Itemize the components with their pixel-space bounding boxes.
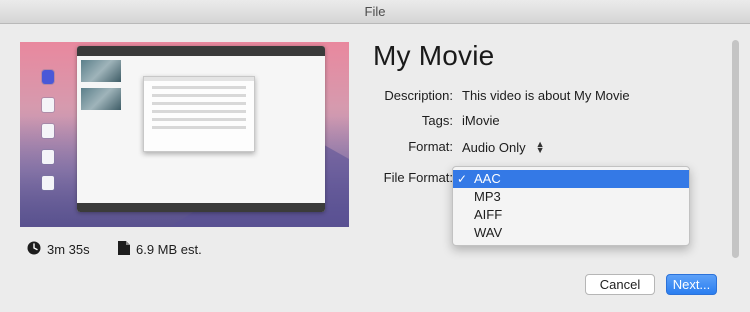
menu-item-label: AIFF: [474, 207, 503, 222]
movie-thumbnail: [20, 42, 349, 227]
thumbnail-desktop-icon: [42, 124, 54, 138]
menu-item-aac[interactable]: ✓ AAC: [453, 170, 689, 188]
thumbnail-video-item: [81, 88, 121, 110]
format-select-value: Audio Only: [462, 139, 526, 155]
size-info: 6.9 MB est.: [118, 241, 202, 258]
thumbnail-desktop-icon: [42, 98, 54, 112]
thumbnail-app-toolbar: [77, 46, 325, 56]
format-select[interactable]: Audio Only ▲ ▼: [462, 138, 545, 156]
next-button[interactable]: Next...: [666, 274, 717, 295]
thumbnail-video-item: [81, 60, 121, 82]
thumbnail-video-list: [81, 60, 135, 205]
tags-value[interactable]: iMovie: [462, 113, 500, 128]
cancel-button[interactable]: Cancel: [585, 274, 655, 295]
checkmark-icon: ✓: [457, 172, 468, 186]
menu-item-label: WAV: [474, 225, 503, 240]
format-label: Format:: [408, 139, 453, 154]
thumbnail-desktop-icon: [42, 150, 54, 164]
vertical-scrollbar[interactable]: [732, 40, 739, 258]
duration-text: 3m 35s: [47, 242, 90, 257]
menu-item-label: AAC: [474, 171, 501, 186]
menu-item-mp3[interactable]: MP3: [453, 188, 689, 206]
document-icon: [118, 241, 130, 258]
window-titlebar: File: [0, 0, 750, 24]
size-text: 6.9 MB est.: [136, 242, 202, 257]
menu-item-aiff[interactable]: AIFF: [453, 206, 689, 224]
thumbnail-app-bottom-bar: [77, 203, 325, 212]
file-format-label: File Format:: [383, 170, 453, 185]
duration-info: 3m 35s: [27, 241, 90, 258]
description-value[interactable]: This video is about My Movie: [462, 88, 630, 103]
thumbnail-desktop-icon: [42, 176, 54, 190]
thumbnail-desktop-icon: [42, 70, 54, 84]
movie-title: My Movie: [373, 40, 495, 71]
thumbnail-app-window: [77, 46, 325, 212]
menu-item-wav[interactable]: WAV: [453, 224, 689, 242]
description-label: Description:: [384, 88, 453, 103]
up-down-arrows-icon: ▲ ▼: [535, 139, 545, 155]
thumbnail-settings-dialog: [143, 76, 255, 152]
file-format-menu[interactable]: ✓ AAC MP3 AIFF WAV: [452, 166, 690, 246]
clock-icon: [27, 241, 41, 258]
menu-item-label: MP3: [474, 189, 501, 204]
tags-label: Tags:: [421, 113, 453, 128]
window-title: File: [364, 4, 386, 19]
